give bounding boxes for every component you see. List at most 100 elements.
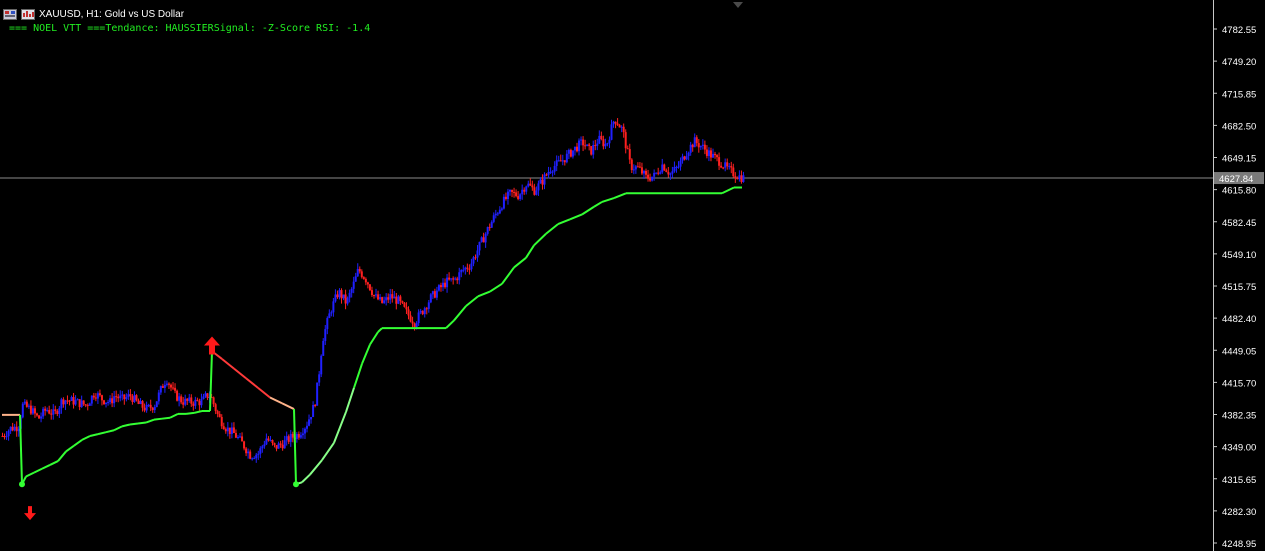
price-chart[interactable]: 4782.55 4749.20 4715.85 4682.50 4649.15 4615.… <box>0 0 1265 551</box>
candle-body <box>626 148 629 150</box>
trend-line-segment <box>533 233 547 247</box>
candle-body <box>167 383 170 385</box>
candle-body <box>385 297 388 301</box>
candle-body <box>232 427 235 434</box>
candle-body <box>206 393 209 399</box>
trend-line-segment <box>97 431 107 436</box>
candle-body <box>478 241 481 251</box>
candle-body <box>736 178 739 180</box>
candle-body <box>147 404 150 406</box>
candle-body <box>123 394 126 400</box>
candle-body <box>247 451 250 454</box>
trend-line-segment <box>185 411 195 415</box>
candle-body <box>48 410 51 414</box>
candle-body <box>306 425 308 429</box>
candle-body <box>291 433 294 438</box>
candle-body <box>15 426 18 432</box>
buy-arrow-icon <box>204 336 220 355</box>
candle-body <box>74 400 77 405</box>
trend-line-segment <box>105 429 115 434</box>
candle-body <box>537 183 540 191</box>
candle-body <box>358 268 361 272</box>
candle-body <box>472 257 475 264</box>
candle-body <box>618 125 621 128</box>
candle-body <box>502 196 505 209</box>
candle-body <box>663 164 666 171</box>
y-tick-label: 4649.15 <box>1222 154 1256 165</box>
candle-body <box>131 396 134 402</box>
candle-body <box>421 310 424 315</box>
y-tick-label: 4315.65 <box>1222 475 1256 486</box>
candle-body <box>216 411 219 414</box>
candle-body <box>616 123 619 126</box>
candle-body <box>285 436 288 441</box>
candle-body <box>712 153 714 158</box>
candle-body <box>642 170 645 174</box>
candle-body <box>649 178 652 181</box>
candle-body <box>718 157 721 166</box>
candle-body <box>391 294 394 299</box>
candle-body <box>157 392 160 402</box>
candle-body <box>139 401 142 404</box>
candle-body <box>714 153 717 156</box>
candle-body <box>381 297 384 303</box>
candle-body <box>245 448 248 454</box>
candle-body <box>604 143 607 147</box>
chart-window-icon[interactable] <box>3 8 17 20</box>
candle-body <box>547 171 550 175</box>
candle-body <box>58 408 61 415</box>
candle-body <box>265 438 268 445</box>
candle-body <box>161 386 164 388</box>
candle-body <box>665 170 668 172</box>
y-tick-label: 4415.70 <box>1222 378 1256 389</box>
candle-body <box>494 213 497 216</box>
candles <box>1 118 745 463</box>
candle-body <box>669 173 672 175</box>
trend-line-segment <box>161 416 171 420</box>
trend-line-segment <box>309 459 323 476</box>
candle-body <box>50 413 53 415</box>
candle-body <box>659 172 662 174</box>
scroll-marker-icon[interactable] <box>733 2 743 8</box>
candle-body <box>693 137 696 148</box>
trend-start-marker <box>293 481 299 488</box>
candle-body <box>513 191 516 193</box>
candle-body <box>511 189 514 192</box>
trend-line-segment <box>245 377 259 389</box>
candle-body <box>269 440 272 442</box>
candle-body <box>730 166 733 168</box>
candle-body <box>267 438 270 441</box>
trend-line-segment <box>545 223 559 235</box>
y-tick-label: 4582.45 <box>1222 218 1256 229</box>
candle-body <box>425 308 428 310</box>
chart-header: XAUUSD, H1: Gold vs US Dollar <box>3 6 184 22</box>
candle-body <box>372 295 375 297</box>
candle-body <box>464 267 467 270</box>
candle-body <box>200 399 203 406</box>
candle-body <box>299 435 302 438</box>
candle-body <box>1 436 4 438</box>
candle-body <box>36 413 39 416</box>
candle-body <box>437 285 440 291</box>
candle-body <box>673 167 676 172</box>
trend-line-segment <box>257 387 271 399</box>
trend-line-segment <box>269 396 283 405</box>
candle-body <box>344 294 347 304</box>
candle-body <box>40 416 43 419</box>
candle-body <box>234 433 237 438</box>
candle-body <box>722 167 725 169</box>
candle-body <box>360 271 363 278</box>
candle-body <box>559 160 562 162</box>
candle-body <box>308 419 311 426</box>
trend-line-segment <box>41 464 51 470</box>
symbol-icon[interactable] <box>21 8 35 20</box>
candle-body <box>535 190 538 195</box>
candle-body <box>456 278 459 281</box>
candle-body <box>241 436 244 442</box>
candle-body <box>695 137 698 144</box>
candle-body <box>667 171 670 175</box>
candle-body <box>220 416 223 427</box>
y-tick-label: 4615.80 <box>1222 186 1256 197</box>
candle-body <box>590 146 593 155</box>
candle-body <box>377 294 380 300</box>
